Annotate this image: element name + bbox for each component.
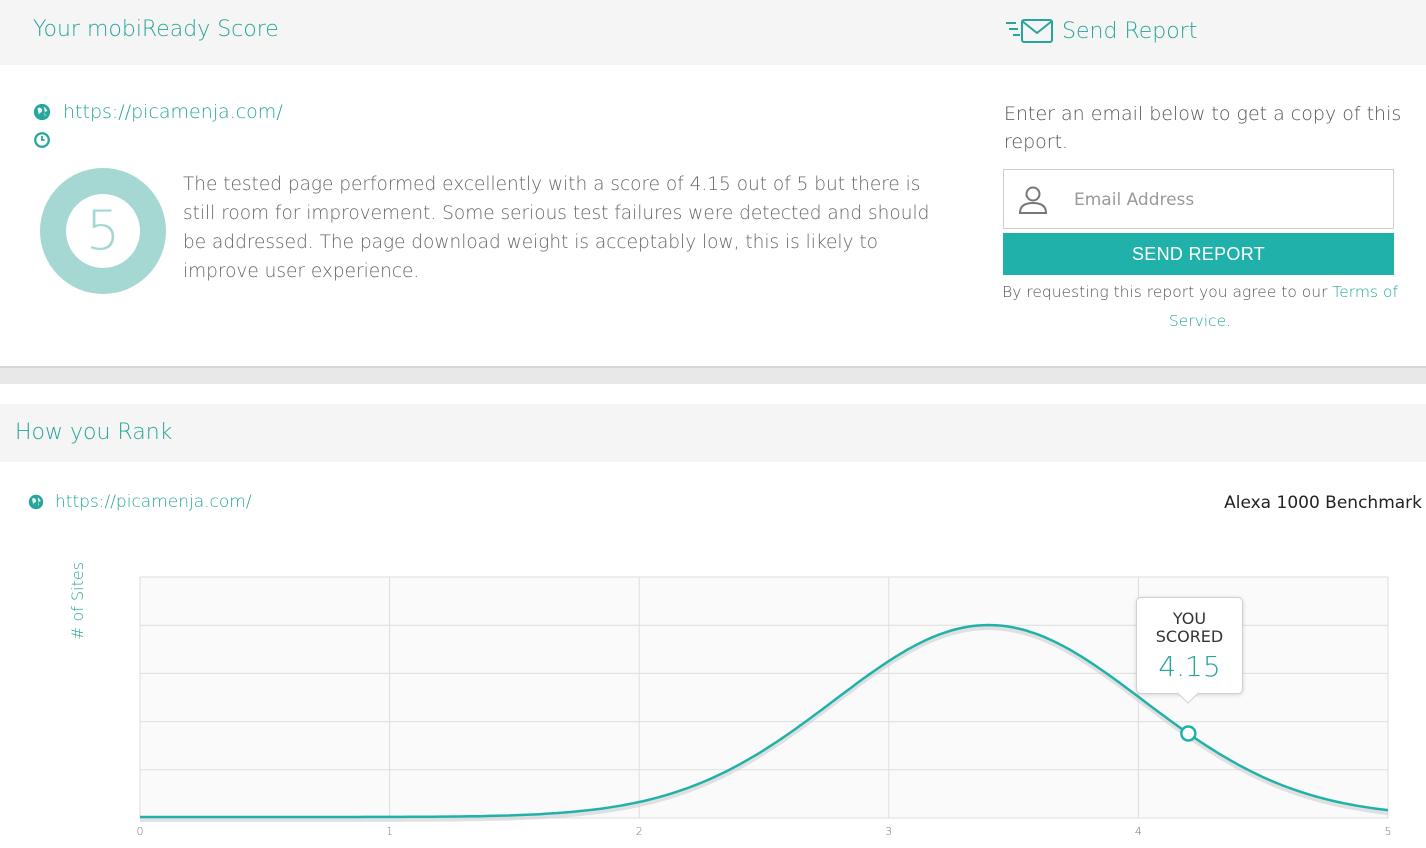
score-marker: [1180, 725, 1197, 742]
rank-url-row: https://picamenja.com/: [28, 492, 252, 512]
rank-url-link[interactable]: https://picamenja.com/: [55, 492, 252, 512]
x-tick-label: 4: [1135, 825, 1142, 838]
tooltip-value: 4.15: [1158, 650, 1221, 683]
score-header: Your mobiReady Score Send Report: [0, 0, 1426, 65]
terms-notice: By requesting this report you agree to o…: [1000, 278, 1400, 336]
globe-icon: [33, 103, 51, 121]
rank-panel-title: How you Rank: [15, 420, 173, 445]
x-tick-label: 3: [885, 825, 892, 838]
email-input[interactable]: [1074, 186, 1374, 214]
score-panel-title: Your mobiReady Score: [33, 17, 279, 42]
send-report-title: Send Report: [1004, 17, 1197, 45]
send-report-label: Send Report: [1062, 18, 1198, 44]
terms-suffix: .: [1226, 312, 1232, 330]
x-tick-label: 0: [137, 825, 144, 838]
user-icon: [1018, 186, 1048, 214]
send-report-button[interactable]: SEND REPORT: [1003, 233, 1394, 275]
tooltip-line2: SCORED: [1155, 627, 1224, 646]
score-description: The tested page performed excellently wi…: [183, 174, 930, 282]
clock-icon: [34, 132, 50, 148]
tooltip-line1: YOU: [1172, 609, 1207, 628]
section-divider: [0, 366, 1426, 384]
benchmark-label: Alexa 1000 Benchmark: [1224, 493, 1422, 513]
score-ring: 5: [40, 168, 166, 294]
globe-icon: [28, 494, 44, 510]
x-tick-label: 2: [636, 825, 643, 838]
score-url-row: https://picamenja.com/: [33, 101, 283, 123]
rank-header: How you Rank: [0, 404, 1426, 462]
envelope-fast-icon: [1006, 19, 1053, 43]
email-field[interactable]: [1003, 169, 1394, 229]
tested-url-link[interactable]: https://picamenja.com/: [63, 101, 283, 123]
x-tick-label: 5: [1385, 825, 1392, 838]
score-value: 5: [66, 194, 140, 268]
email-prompt: Enter an email below to get a copy of th…: [1004, 103, 1402, 153]
x-tick-label: 1: [386, 825, 393, 838]
score-tooltip: YOU SCORED 4.15: [1136, 597, 1243, 704]
terms-prefix: By requesting this report you agree to o…: [1002, 283, 1333, 301]
